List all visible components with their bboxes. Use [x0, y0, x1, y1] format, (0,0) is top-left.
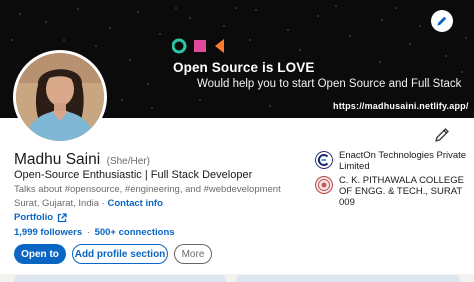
edit-intro-button[interactable] [433, 126, 451, 144]
banner-url: https://madhusaini.netlify.app/ [333, 101, 469, 111]
profile-talks-about: Talks about #opensource, #engineering, a… [14, 184, 281, 195]
location-row: Surat, Gujarat, India · Contact info [14, 198, 163, 209]
next-card-right [236, 275, 460, 282]
profile-location: Surat, Gujarat, India [14, 198, 100, 209]
company-name: EnactOn Technologies Private Limited [339, 150, 467, 172]
profile-photo [16, 53, 104, 141]
contact-info-link[interactable]: Contact info [107, 198, 162, 209]
pencil-icon [437, 16, 447, 26]
add-profile-section-button[interactable]: Add profile section [72, 244, 168, 264]
portfolio-link[interactable]: Portfolio [14, 212, 67, 223]
college-seal-icon [315, 176, 333, 194]
avatar[interactable] [13, 50, 107, 144]
external-link-icon [57, 212, 67, 222]
college-name: C. K. PITHAWALA COLLEGE OF ENGG. & TECH.… [339, 175, 464, 208]
open-to-button[interactable]: Open to [14, 244, 66, 264]
more-button[interactable]: More [174, 244, 212, 264]
portfolio-label: Portfolio [14, 212, 54, 223]
connections-link[interactable]: 500+ connections [95, 227, 175, 238]
banner-title: Open Source is LOVE [173, 60, 315, 75]
stats-row: 1,999 followers · 500+ connections [14, 227, 175, 238]
profile-card: Open Source is LOVE Would help you to st… [0, 0, 474, 274]
current-company[interactable]: EnactOn Technologies Private Limited [315, 150, 474, 172]
banner-tagline: Would help you to start Open Source and … [197, 78, 462, 90]
profile-pronouns: (She/Her) [106, 156, 150, 167]
education[interactable]: C. K. PITHAWALA COLLEGE OF ENGG. & TECH.… [315, 175, 474, 208]
next-card-left [14, 275, 226, 282]
profile-headline: Open-Source Enthusiastic | Full Stack De… [14, 169, 253, 181]
name-row: Madhu Saini (She/Her) [14, 151, 150, 169]
enacton-logo-icon [315, 151, 333, 169]
banner-logo-icon [172, 38, 224, 54]
edit-cover-button[interactable] [431, 10, 453, 32]
pencil-icon [435, 128, 449, 142]
profile-name: Madhu Saini [14, 151, 101, 168]
followers-link[interactable]: 1,999 followers [14, 227, 82, 238]
stats-separator: · [86, 227, 90, 238]
